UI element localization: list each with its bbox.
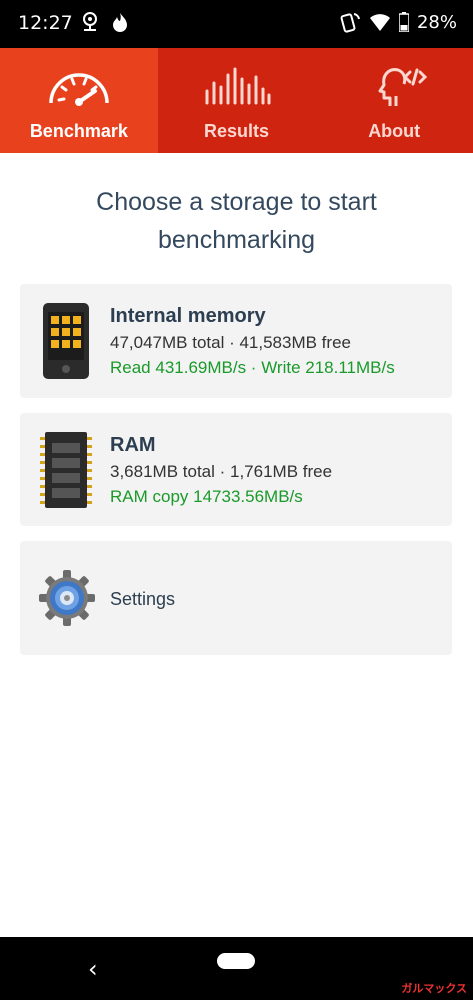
speedometer-icon <box>49 73 109 106</box>
nav-bar: ‹ ガルマックス <box>0 937 473 1000</box>
battery-percent: 28% <box>416 11 457 33</box>
internal-memory-speed: Read 431.69MB/s · Write 218.11MB/s <box>110 358 395 377</box>
tab-about-label: About <box>368 121 421 141</box>
status-left-icons <box>80 11 130 33</box>
tab-benchmark[interactable]: Benchmark <box>0 48 158 153</box>
watermark-text: ガルマックス <box>401 983 467 995</box>
tab-results-label: Results <box>203 121 270 141</box>
bar-chart-icon <box>205 67 270 105</box>
settings-card[interactable]: Settings <box>20 541 452 655</box>
phone-storage-icon <box>43 303 89 379</box>
status-bar: 12:27 28% <box>0 0 473 48</box>
head-code-icon <box>378 68 428 106</box>
internal-memory-capacity: 47,047MB total · 41,583MB free <box>110 333 351 352</box>
status-right: 28% <box>339 11 457 33</box>
tab-about[interactable]: About <box>315 48 473 153</box>
settings-label: Settings <box>110 589 176 609</box>
page-heading: Choose a storage to start benchmarking <box>96 188 377 254</box>
back-button[interactable]: ‹ <box>88 955 98 983</box>
status-time: 12:27 <box>18 12 73 34</box>
wifi-icon <box>369 14 390 31</box>
ram-capacity: 3,681MB total · 1,761MB free <box>110 462 333 481</box>
battery-icon <box>398 12 409 32</box>
ram-title: RAM <box>110 434 156 456</box>
tab-bar: Benchmark Results About <box>0 48 473 153</box>
gear-icon <box>39 570 95 626</box>
flame-icon <box>113 13 127 32</box>
location-pin-icon <box>83 12 97 31</box>
tab-benchmark-label: Benchmark <box>29 121 128 141</box>
ram-speed: RAM copy 14733.56MB/s <box>110 487 303 506</box>
home-button[interactable] <box>217 953 255 969</box>
internal-memory-title: Internal memory <box>110 305 266 327</box>
ram-chip-icon <box>40 432 92 508</box>
internal-memory-card[interactable]: Internal memory 47,047MB total · 41,583M… <box>20 284 452 398</box>
ram-card[interactable]: RAM 3,681MB total · 1,761MB free RAM cop… <box>20 413 452 526</box>
nfc-phone-icon <box>340 13 360 33</box>
tab-results[interactable]: Results <box>158 48 316 153</box>
